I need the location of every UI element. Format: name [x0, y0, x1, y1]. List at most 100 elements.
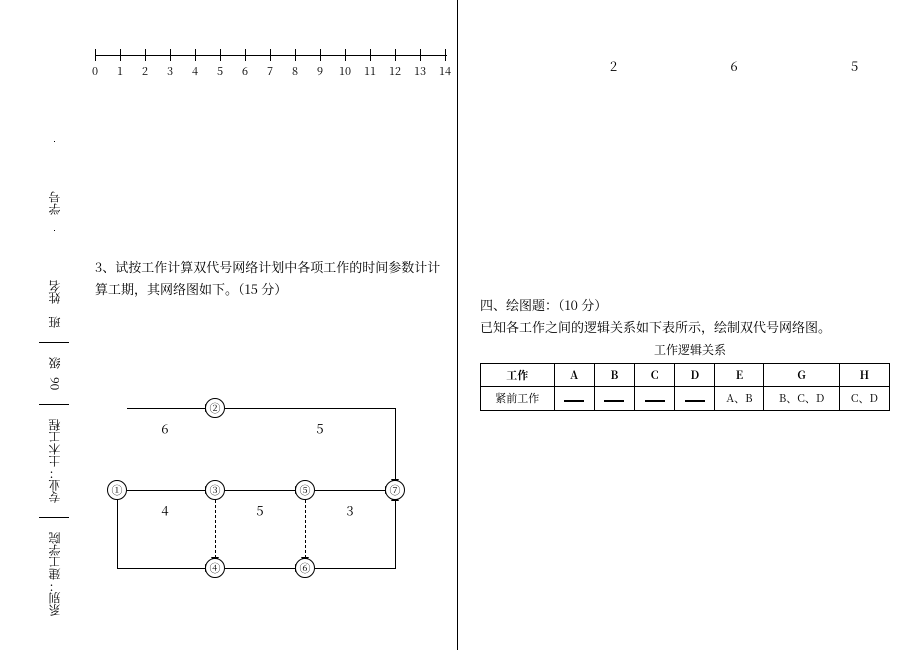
td-pre-label: 紧前工作: [481, 387, 555, 411]
tick: [145, 49, 146, 61]
q4-block: 四、绘图题：（10 分） 已知各工作之间的逻辑关系如下表所示，绘制双代号网络图。…: [480, 294, 900, 411]
edge-1-4: [117, 568, 205, 569]
td-pre-B: [594, 387, 634, 411]
tick: [445, 49, 446, 61]
side-major: 专业： 土木工程: [46, 419, 63, 503]
edge-2-7a: [225, 408, 395, 409]
tick-label: 3: [167, 63, 173, 79]
rval-a: 2: [610, 56, 617, 75]
side-dept: 系别： 建工学院: [46, 532, 63, 616]
tick: [220, 49, 221, 61]
node-1: ①: [107, 480, 127, 500]
tick: [120, 49, 121, 61]
tick: [395, 49, 396, 61]
tick: [420, 49, 421, 61]
tick: [95, 49, 96, 61]
side-divider-2: [39, 404, 69, 405]
edge-6-7a: [315, 568, 395, 569]
tick: [270, 49, 271, 61]
td-pre-H: C、D: [839, 387, 889, 411]
side-id: 学号: [46, 138, 63, 215]
edge-5-6-dashed: [305, 500, 306, 558]
tick-label: 10: [339, 63, 351, 79]
edge-1-2: [127, 408, 205, 409]
class-label: 班: [46, 316, 63, 328]
q4-desc: 已知各工作之间的逻辑关系如下表所示，绘制双代号网络图。: [480, 316, 900, 338]
th-H: H: [839, 363, 889, 387]
network-diagram: 6 5 4 5 3 ① ② ③ ④: [95, 350, 455, 600]
major-value: 土木工程: [46, 419, 63, 467]
timeline: 01234567891011121314: [95, 45, 447, 83]
tick: [320, 49, 321, 61]
tick-label: 5: [217, 63, 223, 79]
edge-1-down: [117, 499, 118, 568]
tick: [195, 49, 196, 61]
tick-label: 14: [439, 63, 451, 79]
right-values: 2 6 5: [480, 56, 900, 75]
table-row: 紧前工作 A、B B、C、D C、D: [481, 387, 890, 411]
dash-icon: [564, 400, 584, 402]
label-5-7: 3: [346, 501, 353, 520]
edge-4-6: [225, 568, 295, 569]
tick-label: 11: [364, 63, 376, 79]
dept-label: 系别：: [46, 580, 63, 616]
edge-3-4-dashed: [215, 500, 216, 558]
q4-title: 四、绘图题：（10 分）: [480, 294, 900, 316]
edge-1-3: [127, 490, 205, 491]
q3-text: 3、试按工作计算双代号网络计划中各项工作的时间参数计计算工期，其网络图如下。（1…: [95, 256, 447, 300]
label-1-2: 6: [161, 419, 168, 438]
dash-icon: [645, 400, 665, 402]
th-work: 工作: [481, 363, 555, 387]
tick: [295, 49, 296, 61]
dash-icon: [685, 400, 705, 402]
th-C: C: [634, 363, 674, 387]
td-pre-D: [675, 387, 715, 411]
tick-label: 1: [117, 63, 123, 79]
table-row: 工作 A B C D E G H: [481, 363, 890, 387]
edge-2-7b: [395, 408, 396, 481]
th-G: G: [764, 363, 840, 387]
q4-caption: 工作逻辑关系: [480, 340, 900, 360]
side-grade: 06 级: [46, 357, 63, 390]
edge-5-7: [315, 490, 385, 491]
logic-table: 工作 A B C D E G H 紧前工作 A、B B、C、D C、D: [480, 363, 890, 411]
th-B: B: [594, 363, 634, 387]
side-divider-3: [39, 517, 69, 518]
right-column: 2 6 5 四、绘图题：（10 分） 已知各工作之间的逻辑关系如下表所示，绘制双…: [480, 0, 900, 650]
th-E: E: [715, 363, 764, 387]
side-name-cell: 姓名: [46, 227, 63, 304]
id-label: 学号: [46, 191, 63, 215]
tick-label: 9: [317, 63, 323, 79]
label-2-7: 5: [316, 419, 323, 438]
node-5: ⑤: [295, 480, 315, 500]
tick-label: 7: [267, 63, 273, 79]
tick-label: 12: [389, 63, 401, 79]
td-pre-G: B、C、D: [764, 387, 840, 411]
grade-label: 级: [46, 357, 63, 369]
label-1-3: 4: [161, 501, 168, 520]
side-class: 班: [46, 316, 63, 328]
td-pre-E: A、B: [715, 387, 764, 411]
left-column: 01234567891011121314 3、试按工作计算双代号网络计划中各项工…: [95, 0, 458, 650]
th-A: A: [554, 363, 594, 387]
node-4: ④: [205, 558, 225, 578]
tick-label: 6: [242, 63, 248, 79]
side-divider-1: [39, 342, 69, 343]
tick-label: 13: [414, 63, 426, 79]
tick-label: 4: [192, 63, 198, 79]
tick-label: 8: [292, 63, 298, 79]
grade-value: 06: [46, 377, 63, 390]
tick-label: 2: [142, 63, 148, 79]
tick: [245, 49, 246, 61]
td-pre-A: [554, 387, 594, 411]
edge-3-5: [225, 490, 295, 491]
tick: [370, 49, 371, 61]
node-3: ③: [205, 480, 225, 500]
node-6: ⑥: [295, 558, 315, 578]
td-pre-C: [634, 387, 674, 411]
major-label: 专业：: [46, 467, 63, 503]
tick-label: 0: [92, 63, 98, 79]
node-7: ⑦: [385, 480, 405, 500]
th-D: D: [675, 363, 715, 387]
rval-c: 5: [851, 56, 858, 75]
